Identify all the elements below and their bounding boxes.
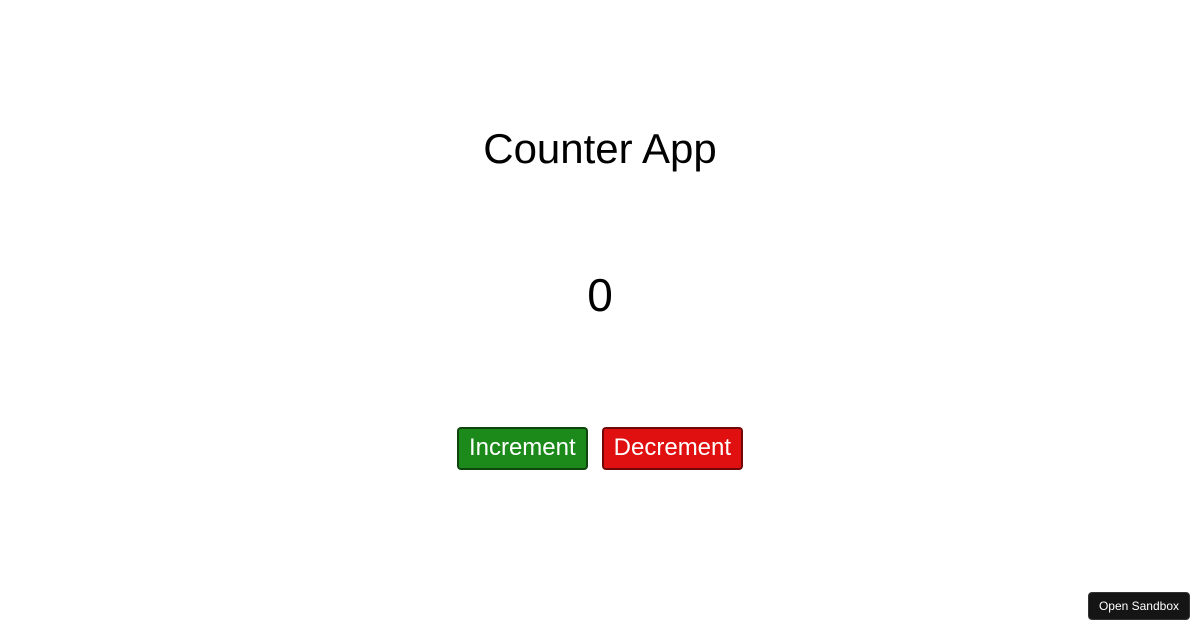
open-sandbox-button[interactable]: Open Sandbox: [1088, 592, 1190, 620]
decrement-button[interactable]: Decrement: [602, 427, 743, 470]
button-row: Increment Decrement: [457, 427, 743, 470]
counter-value: 0: [587, 268, 613, 322]
increment-button[interactable]: Increment: [457, 427, 588, 470]
page-title: Counter App: [483, 125, 717, 173]
counter-app-container: Counter App 0 Increment Decrement: [0, 0, 1200, 470]
